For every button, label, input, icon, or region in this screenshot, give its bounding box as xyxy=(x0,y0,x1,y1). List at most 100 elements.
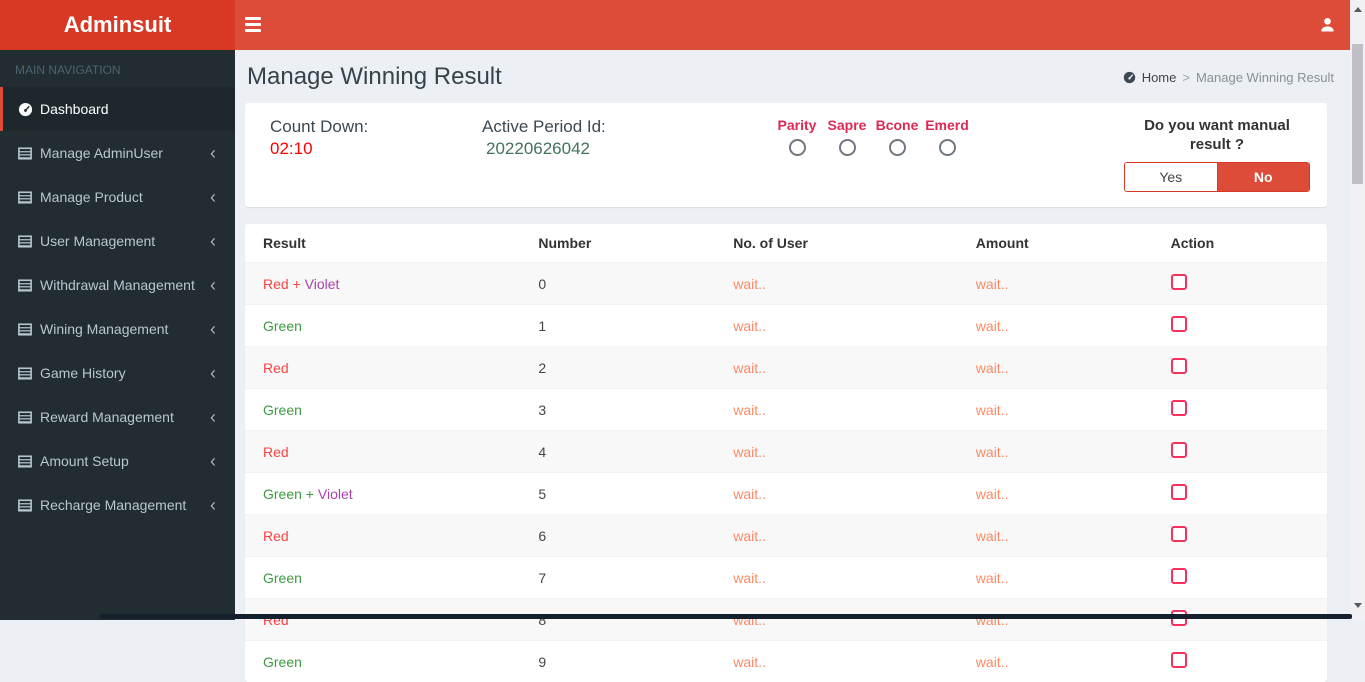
chevron-left-icon: ‹ xyxy=(210,322,220,336)
game-option-radio[interactable] xyxy=(789,139,806,156)
sidebar-item-label: Amount Setup xyxy=(40,453,210,469)
sidebar-item-label: Reward Management xyxy=(40,409,210,425)
column-header: Result xyxy=(245,224,520,263)
scroll-down-arrow-icon[interactable] xyxy=(1350,598,1365,613)
brand-logo[interactable]: Adminsuit xyxy=(0,0,235,50)
amount-cell: wait.. xyxy=(958,431,1153,473)
result-checkbox[interactable] xyxy=(1171,652,1187,668)
no-of-user-cell: wait.. xyxy=(715,515,958,557)
amount-cell: wait.. xyxy=(958,473,1153,515)
sidebar-item-recharge-management[interactable]: Recharge Management ‹ xyxy=(0,483,235,527)
table-icon xyxy=(18,411,40,424)
game-option-sapre: Sapre xyxy=(822,117,872,161)
user-icon[interactable] xyxy=(1319,16,1336,33)
sidebar-item-user-management[interactable]: User Management ‹ xyxy=(0,219,235,263)
table-row: Red + Violet 0 wait.. wait.. xyxy=(245,263,1327,305)
result-extra: Violet xyxy=(314,486,353,502)
column-header: Number xyxy=(520,224,715,263)
sidebar-item-label: Dashboard xyxy=(40,101,210,117)
sidebar-item-manage-adminuser[interactable]: Manage AdminUser ‹ xyxy=(0,131,235,175)
number-cell: 6 xyxy=(520,515,715,557)
action-cell xyxy=(1153,515,1327,557)
action-cell xyxy=(1153,389,1327,431)
sidebar-item-label: Manage Product xyxy=(40,189,210,205)
main-content: Manage Winning Result Home > Manage Winn… xyxy=(235,50,1350,620)
action-cell xyxy=(1153,263,1327,305)
result-cell: Green xyxy=(245,305,520,347)
countdown-block: Count Down: 02:10 xyxy=(270,116,482,159)
number-cell: 9 xyxy=(520,641,715,682)
number-cell: 4 xyxy=(520,431,715,473)
chevron-left-icon: ‹ xyxy=(210,498,220,512)
game-option-radio[interactable] xyxy=(889,139,906,156)
number-cell: 3 xyxy=(520,389,715,431)
action-cell xyxy=(1153,557,1327,599)
result-checkbox[interactable] xyxy=(1171,442,1187,458)
result-checkbox[interactable] xyxy=(1171,316,1187,332)
sidebar-item-manage-product[interactable]: Manage Product ‹ xyxy=(0,175,235,219)
no-of-user-cell: wait.. xyxy=(715,641,958,682)
horizontal-scrollbar-thumb[interactable] xyxy=(100,614,1352,619)
scroll-up-arrow-icon[interactable] xyxy=(1350,2,1365,17)
home-gauge-icon xyxy=(1123,71,1136,84)
game-option-label: Bcone xyxy=(872,117,922,133)
action-cell xyxy=(1153,305,1327,347)
sidebar-item-game-history[interactable]: Game History ‹ xyxy=(0,351,235,395)
chevron-left-icon: ‹ xyxy=(210,410,220,424)
sidebar-item-label: Withdrawal Management xyxy=(40,277,210,293)
number-cell: 1 xyxy=(520,305,715,347)
no-of-user-cell: wait.. xyxy=(715,347,958,389)
result-checkbox[interactable] xyxy=(1171,526,1187,542)
result-main: Red xyxy=(263,360,289,376)
result-checkbox[interactable] xyxy=(1171,400,1187,416)
countdown-value: 02:10 xyxy=(270,139,482,159)
result-cell: Green xyxy=(245,389,520,431)
chevron-left-icon: ‹ xyxy=(210,190,220,204)
game-option-radio[interactable] xyxy=(939,139,956,156)
result-checkbox[interactable] xyxy=(1171,274,1187,290)
amount-cell: wait.. xyxy=(958,557,1153,599)
game-option-parity: Parity xyxy=(772,117,822,161)
number-cell: 7 xyxy=(520,557,715,599)
result-cell: Red xyxy=(245,431,520,473)
game-option-radio[interactable] xyxy=(839,139,856,156)
sidebar-section-label: MAIN NAVIGATION xyxy=(0,50,235,87)
yes-button[interactable]: Yes xyxy=(1125,163,1218,191)
page-title: Manage Winning Result xyxy=(247,63,502,91)
sidebar-item-dashboard[interactable]: Dashboard ‹ xyxy=(0,87,235,131)
sidebar-item-amount-setup[interactable]: Amount Setup ‹ xyxy=(0,439,235,483)
game-option-label: Emerd xyxy=(922,117,972,133)
table-row: Red 6 wait.. wait.. xyxy=(245,515,1327,557)
amount-cell: wait.. xyxy=(958,515,1153,557)
vertical-scrollbar[interactable] xyxy=(1350,0,1365,620)
result-extra: Violet xyxy=(301,276,340,292)
table-icon xyxy=(18,191,40,204)
result-main: Green xyxy=(263,318,302,334)
result-main: Green xyxy=(263,654,302,670)
breadcrumb-home-link[interactable]: Home xyxy=(1142,70,1177,85)
table-icon xyxy=(18,279,40,292)
sidebar-item-reward-management[interactable]: Reward Management ‹ xyxy=(0,395,235,439)
chevron-left-icon: ‹ xyxy=(210,454,220,468)
table-row: Red 4 wait.. wait.. xyxy=(245,431,1327,473)
result-cell: Red xyxy=(245,347,520,389)
game-type-radio-group: Parity Sapre Bcone Emerd xyxy=(772,117,972,161)
amount-cell: wait.. xyxy=(958,347,1153,389)
hamburger-menu-icon[interactable] xyxy=(245,17,261,32)
sidebar-item-withdrawal-management[interactable]: Withdrawal Management ‹ xyxy=(0,263,235,307)
no-button[interactable]: No xyxy=(1218,163,1310,191)
result-checkbox[interactable] xyxy=(1171,358,1187,374)
table-icon xyxy=(18,323,40,336)
table-row: Green 7 wait.. wait.. xyxy=(245,557,1327,599)
result-checkbox[interactable] xyxy=(1171,568,1187,584)
table-icon xyxy=(18,147,40,160)
period-label: Active Period Id: xyxy=(482,116,732,137)
result-checkbox[interactable] xyxy=(1171,484,1187,500)
result-cell: Green xyxy=(245,557,520,599)
sidebar-item-wining-management[interactable]: Wining Management ‹ xyxy=(0,307,235,351)
manual-result-question: Do you want manual result ? xyxy=(1124,116,1310,154)
breadcrumb-current: Manage Winning Result xyxy=(1196,70,1334,85)
sidebar-menu: Dashboard ‹ Manage AdminUser ‹ xyxy=(0,87,235,527)
vertical-scrollbar-thumb[interactable] xyxy=(1352,44,1363,184)
result-cell: Green xyxy=(245,641,520,682)
